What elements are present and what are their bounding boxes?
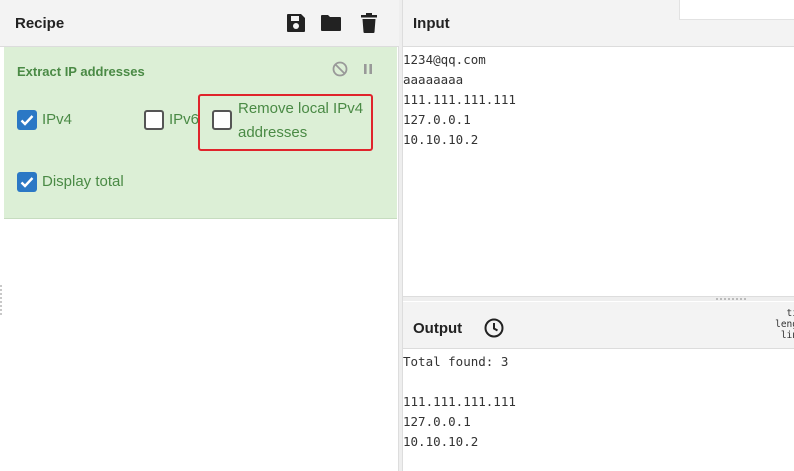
- highlight-annotation: [198, 94, 373, 151]
- output-title: Output: [413, 320, 463, 337]
- stat-line: leng: [775, 319, 794, 330]
- input-header: Input: [403, 0, 794, 47]
- input-line: 127.0.0.1: [403, 112, 471, 127]
- output-line: 127.0.0.1: [403, 414, 471, 429]
- display-total-label: Display total: [42, 173, 124, 190]
- input-tab-area[interactable]: [679, 0, 794, 20]
- output-line: 111.111.111.111: [403, 394, 516, 409]
- recipe-panel: Recipe Extract IP addresses IPv4 IPv6 Re…: [0, 0, 399, 471]
- display-total-checkbox[interactable]: [17, 172, 37, 192]
- clock-icon[interactable]: [483, 317, 505, 339]
- input-line: 1234@qq.com: [403, 52, 486, 67]
- ipv6-label: IPv6: [169, 111, 200, 128]
- resize-grip[interactable]: [0, 285, 2, 315]
- input-title: Input: [413, 15, 450, 32]
- output-header: Output ti leng lin: [403, 302, 794, 349]
- output-line: Total found: 3: [403, 354, 509, 369]
- pause-icon[interactable]: [360, 61, 376, 77]
- input-line: 111.111.111.111: [403, 92, 516, 107]
- ipv4-checkbox[interactable]: [17, 110, 37, 130]
- input-line: aaaaaaaa: [403, 72, 464, 87]
- stat-line: lin: [780, 330, 794, 341]
- ipv4-label: IPv4: [42, 111, 73, 128]
- input-textarea[interactable]: 1234@qq.com aaaaaaaa 111.111.111.111 127…: [403, 48, 794, 296]
- recipe-header: Recipe: [0, 0, 399, 47]
- input-line: 10.10.10.2: [403, 132, 479, 147]
- disable-icon[interactable]: [331, 60, 349, 78]
- output-textarea[interactable]: Total found: 3 111.111.111.111 127.0.0.1…: [403, 350, 794, 471]
- output-stats: ti leng lin: [758, 308, 794, 341]
- io-splitter-grip[interactable]: [716, 298, 746, 300]
- save-icon[interactable]: [284, 11, 308, 35]
- stat-line: ti: [786, 308, 794, 319]
- operation-title: Extract IP addresses: [17, 64, 145, 79]
- recipe-title: Recipe: [15, 15, 65, 32]
- folder-icon[interactable]: [319, 11, 343, 35]
- ipv6-checkbox[interactable]: [144, 110, 164, 130]
- trash-icon[interactable]: [357, 11, 381, 35]
- output-line: 10.10.10.2: [403, 434, 479, 449]
